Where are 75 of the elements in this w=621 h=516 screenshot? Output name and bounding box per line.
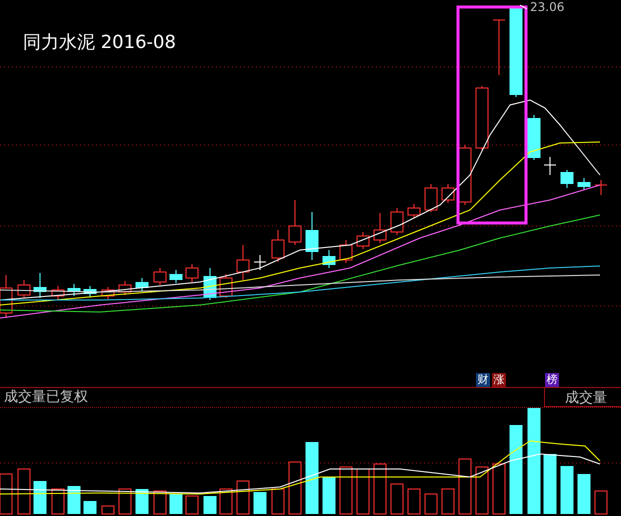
candlestick — [390, 208, 404, 236]
candlestick — [356, 232, 370, 250]
volume-bar — [424, 494, 438, 514]
candlestick — [254, 254, 266, 270]
candlestick — [34, 272, 46, 298]
candlestick — [204, 268, 216, 300]
volume-bar — [220, 488, 232, 514]
candlestick — [442, 184, 454, 204]
volume-bar — [236, 480, 250, 514]
leader-line — [520, 4, 528, 10]
candlestick — [374, 212, 386, 244]
volume-bar — [544, 454, 556, 514]
volume-bar — [306, 442, 318, 514]
info-badge[interactable]: 财 — [476, 373, 490, 387]
candlestick — [492, 20, 506, 76]
candlestick — [578, 178, 590, 190]
volume-bar — [374, 464, 386, 514]
high-price-label: 23.06 — [530, 0, 564, 14]
candlestick — [544, 156, 556, 176]
volume-bar — [442, 488, 454, 514]
candlestick — [236, 244, 250, 280]
volume-bar — [186, 496, 198, 514]
volume-bar — [458, 458, 472, 514]
volume-bar — [34, 481, 46, 514]
candlestick — [272, 230, 284, 262]
volume-bar — [390, 484, 404, 514]
candlestick — [18, 280, 30, 298]
volume-bar — [204, 496, 216, 514]
candlestick — [52, 286, 64, 300]
candlestick — [154, 268, 166, 286]
candlestick — [528, 114, 540, 160]
volume-bar — [118, 488, 132, 514]
candlestick — [288, 200, 302, 246]
candlestick — [118, 280, 132, 296]
volume-bar — [102, 506, 114, 514]
candlestick — [424, 184, 438, 212]
volume-tab[interactable]: 成交量 — [544, 388, 621, 407]
volume-bar — [492, 464, 506, 514]
candlestick — [408, 204, 420, 218]
volume-bar — [288, 462, 302, 514]
volume-bar — [84, 501, 96, 514]
candlestick — [0, 274, 12, 318]
volume-bar — [170, 494, 182, 514]
candlestick — [476, 86, 488, 150]
volume-bar — [594, 490, 608, 514]
candlestick — [594, 180, 608, 196]
candlestick — [186, 264, 198, 282]
candlestick — [560, 170, 574, 188]
candlestick — [322, 250, 336, 268]
volume-bar — [254, 492, 266, 514]
volume-bar — [272, 488, 284, 514]
volume-bar — [578, 474, 590, 514]
volume-bar — [68, 486, 80, 514]
stock-title: 同力水泥 2016-08 — [23, 31, 176, 54]
volume-bar — [408, 488, 420, 514]
candlestick — [68, 284, 80, 296]
info-badge[interactable]: 榜 — [545, 373, 559, 387]
volume-bar — [322, 477, 336, 514]
volume-bar — [340, 466, 352, 514]
candlestick — [306, 212, 318, 260]
info-badge[interactable]: 涨 — [492, 373, 506, 387]
candlestick — [136, 278, 148, 292]
volume-bar — [52, 488, 64, 514]
candlestick — [102, 286, 114, 300]
volume-bar — [154, 490, 166, 514]
candlestick — [340, 240, 352, 264]
volume-bar — [356, 468, 370, 514]
candlestick — [84, 286, 96, 298]
candlestick — [170, 270, 182, 284]
volume-bar — [136, 489, 148, 514]
volume-bar — [560, 466, 574, 514]
volume-bar — [18, 468, 30, 514]
volume-bar — [0, 474, 12, 514]
volume-panel-label: 成交量已复权 — [3, 388, 89, 407]
volume-bar — [476, 466, 488, 514]
